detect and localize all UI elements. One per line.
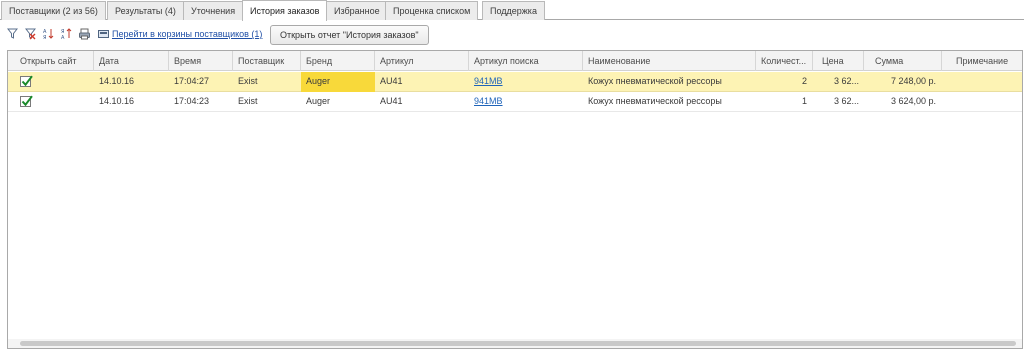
column-header-supplier[interactable]: Поставщик [233,51,301,71]
tab-order-history[interactable]: История заказов [242,0,328,21]
order-history-table: Открыть сайт Дата Время Поставщик Бренд … [7,50,1023,349]
supplier-cell: Exist [238,76,258,86]
brand-cell: Auger [301,72,375,92]
time-cell: 17:04:23 [174,96,210,106]
article-cell: AU41 [380,96,403,106]
column-header-open-site[interactable]: Открыть сайт [8,51,94,71]
table-header: Открыть сайт Дата Время Поставщик Бренд … [8,51,1022,71]
open-site-checkbox[interactable] [20,75,33,87]
brand-cell: Auger [306,96,331,106]
open-order-history-report-button[interactable]: Открыть отчет "История заказов" [270,25,429,45]
svg-text:A: A [61,35,65,40]
tab-list-pricing[interactable]: Проценка списком [385,1,479,20]
svg-text:Я: Я [43,35,46,40]
sort-ascending-icon[interactable]: AЯ [43,28,54,41]
column-header-price[interactable]: Цена [813,51,864,71]
column-header-name[interactable]: Наименование [583,51,756,71]
tab-refinements[interactable]: Уточнения [183,1,244,20]
print-icon[interactable] [79,28,90,40]
column-header-article[interactable]: Артикул [375,51,469,71]
date-cell: 14.10.16 [99,76,135,86]
cart-icon[interactable] [98,28,109,40]
go-to-supplier-carts-link[interactable]: Перейти в корзины поставщиков (1) [112,29,262,39]
search-article-link[interactable]: 941MB [469,92,583,112]
column-header-brand[interactable]: Бренд [301,51,375,71]
column-header-sum[interactable]: Сумма [864,51,942,71]
column-header-quantity[interactable]: Количест... [756,51,813,71]
horizontal-scrollbar[interactable] [8,339,1022,348]
column-header-search-article[interactable]: Артикул поиска [469,51,583,71]
column-header-note[interactable]: Примечание [942,51,1022,71]
note-cell [942,72,1022,92]
table-row[interactable]: 14.10.16 17:04:27 Exist Auger AU41 941MB… [8,72,1022,92]
table-row[interactable]: 14.10.16 17:04:23 Exist Auger AU41 941MB… [8,92,1022,112]
time-cell: 17:04:27 [174,76,210,86]
quantity-cell: 1 [801,96,807,106]
name-cell: Кожух пневматической рессоры [588,96,722,106]
filter-clear-icon[interactable] [24,28,37,40]
date-cell: 14.10.16 [99,96,135,106]
search-article-link[interactable]: 941MB [469,72,583,92]
tab-results[interactable]: Результаты (4) [107,1,184,20]
price-cell: 3 62... [834,76,860,86]
open-site-checkbox[interactable] [20,95,33,107]
filter-icon[interactable] [6,28,19,40]
column-header-date[interactable]: Дата [94,51,169,71]
tab-favorites[interactable]: Избранное [326,1,388,20]
article-cell: AU41 [380,76,403,86]
tab-support[interactable]: Поддержка [482,1,545,20]
name-cell: Кожух пневматической рессоры [588,76,722,86]
scrollbar-thumb[interactable] [20,341,1016,346]
price-cell: 3 62... [834,96,860,106]
tab-suppliers[interactable]: Поставщики (2 из 56) [1,1,106,20]
sum-cell: 7 248,00 р. [890,76,936,86]
supplier-cell: Exist [238,96,258,106]
sum-cell: 3 624,00 р. [890,96,936,106]
toolbar: AЯ ЯA Перейти в корзины поставщиков (1) … [0,24,1024,46]
tab-bar: Поставщики (2 из 56) Результаты (4) Уточ… [0,0,1024,21]
column-header-time[interactable]: Время [169,51,233,71]
sort-descending-icon[interactable]: ЯA [61,28,72,41]
note-cell [942,92,1022,112]
quantity-cell: 2 [801,76,807,86]
